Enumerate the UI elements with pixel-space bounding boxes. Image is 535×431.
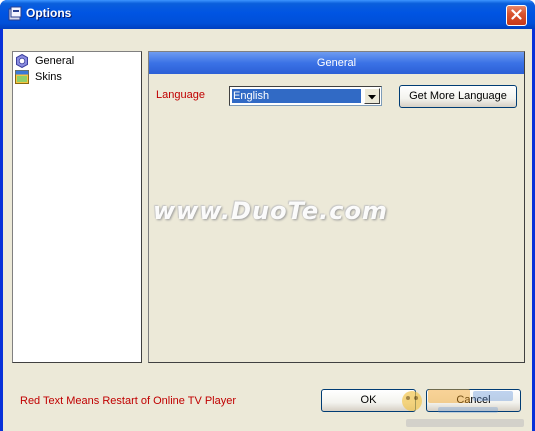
watermark-logo-icon [402, 389, 524, 427]
title-bar[interactable]: Options [0, 0, 535, 29]
language-select[interactable]: English [229, 86, 382, 106]
close-icon [511, 8, 522, 23]
skins-icon [15, 70, 29, 84]
tree-item-label: Skins [35, 71, 62, 83]
watermark-text: www.DuoTe.com [153, 197, 388, 225]
options-app-icon [7, 6, 23, 22]
window-title: Options [26, 6, 72, 20]
restart-note: Red Text Means Restart of Online TV Play… [20, 395, 237, 407]
chevron-down-icon [368, 90, 376, 103]
tree-item-general[interactable]: General [15, 53, 74, 69]
category-tree[interactable]: General Skins [12, 51, 142, 363]
general-settings-icon [15, 53, 29, 69]
language-selected-value: English [232, 89, 361, 103]
dropdown-arrow-button[interactable] [364, 88, 380, 104]
tree-item-label: General [35, 55, 75, 67]
dialog-client-area: General Skins General Language English G… [3, 29, 532, 431]
language-label: Language [156, 89, 205, 101]
panel-header: General [149, 52, 524, 74]
tree-item-skins[interactable]: Skins [15, 69, 62, 85]
get-more-language-button[interactable]: Get More Language [399, 85, 517, 108]
close-button[interactable] [506, 5, 527, 26]
options-window: Options General Skins General Language E… [0, 0, 535, 431]
